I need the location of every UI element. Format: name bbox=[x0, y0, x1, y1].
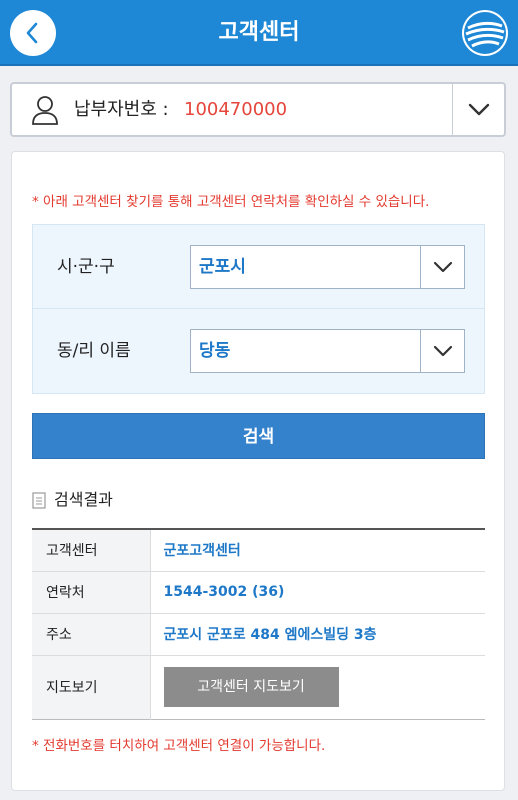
dong-label: 동/리 이름 bbox=[57, 341, 131, 361]
page-title: 고객센터 bbox=[218, 20, 300, 45]
district-row: 시·군·구 군포시 bbox=[33, 225, 484, 309]
result-title: 검색결과 bbox=[54, 490, 113, 509]
payer-selector[interactable]: 납부자번호 : 100470000 bbox=[10, 82, 506, 137]
table-row: 연락처 1544-3002 (36) bbox=[32, 571, 485, 614]
map-key: 지도보기 bbox=[32, 655, 151, 719]
district-label: 시·군·구 bbox=[57, 257, 115, 277]
dong-select[interactable]: 당동 bbox=[190, 329, 465, 373]
view-map-button[interactable]: 고객센터 지도보기 bbox=[163, 667, 339, 707]
result-table: 고객센터 군포고객센터 연락처 1544-3002 (36) 주소 군포시 군포… bbox=[32, 528, 485, 720]
chevron-down-icon bbox=[468, 103, 489, 115]
payer-number-label: 납부자번호 : bbox=[74, 99, 169, 120]
contact-key: 연락처 bbox=[32, 571, 151, 614]
table-row: 고객센터 군포고객센터 bbox=[32, 529, 485, 572]
search-notice: * 아래 고객센터 찾기를 통해 고객센터 연락처를 확인하실 수 있습니다. bbox=[32, 194, 430, 210]
document-icon bbox=[32, 492, 46, 509]
app-header: 고객센터 bbox=[0, 0, 518, 66]
chevron-down-icon bbox=[433, 261, 452, 273]
payer-dropdown-button[interactable] bbox=[452, 84, 504, 135]
user-icon bbox=[32, 96, 58, 125]
dong-value: 당동 bbox=[199, 341, 231, 361]
map-cell: 고객센터 지도보기 bbox=[150, 655, 485, 719]
phone-notice: * 전화번호를 터치하여 고객센터 연결이 가능합니다. bbox=[32, 738, 326, 754]
center-name: 군포고객센터 bbox=[150, 529, 485, 572]
table-row: 주소 군포시 군포로 484 엠에스빌딩 3층 bbox=[32, 613, 485, 656]
address-value: 군포시 군포로 484 엠에스빌딩 3층 bbox=[150, 613, 485, 656]
payer-number-value: 100470000 bbox=[184, 99, 288, 120]
dong-row: 동/리 이름 당동 bbox=[33, 309, 484, 393]
globe-logo-icon[interactable] bbox=[462, 10, 508, 56]
dong-dropdown-button[interactable] bbox=[420, 330, 464, 372]
district-select[interactable]: 군포시 bbox=[190, 245, 465, 289]
phone-link[interactable]: 1544-3002 (36) bbox=[150, 571, 485, 614]
search-button[interactable]: 검색 bbox=[32, 413, 485, 459]
search-form: 시·군·구 군포시 동/리 이름 당동 bbox=[32, 224, 485, 394]
customer-center-panel: * 아래 고객센터 찾기를 통해 고객센터 연락처를 확인하실 수 있습니다. … bbox=[11, 151, 505, 791]
chevron-down-icon bbox=[433, 345, 452, 357]
district-value: 군포시 bbox=[199, 257, 246, 277]
district-dropdown-button[interactable] bbox=[420, 246, 464, 288]
center-key: 고객센터 bbox=[32, 529, 151, 572]
table-row: 지도보기 고객센터 지도보기 bbox=[32, 655, 485, 719]
address-key: 주소 bbox=[32, 613, 151, 656]
